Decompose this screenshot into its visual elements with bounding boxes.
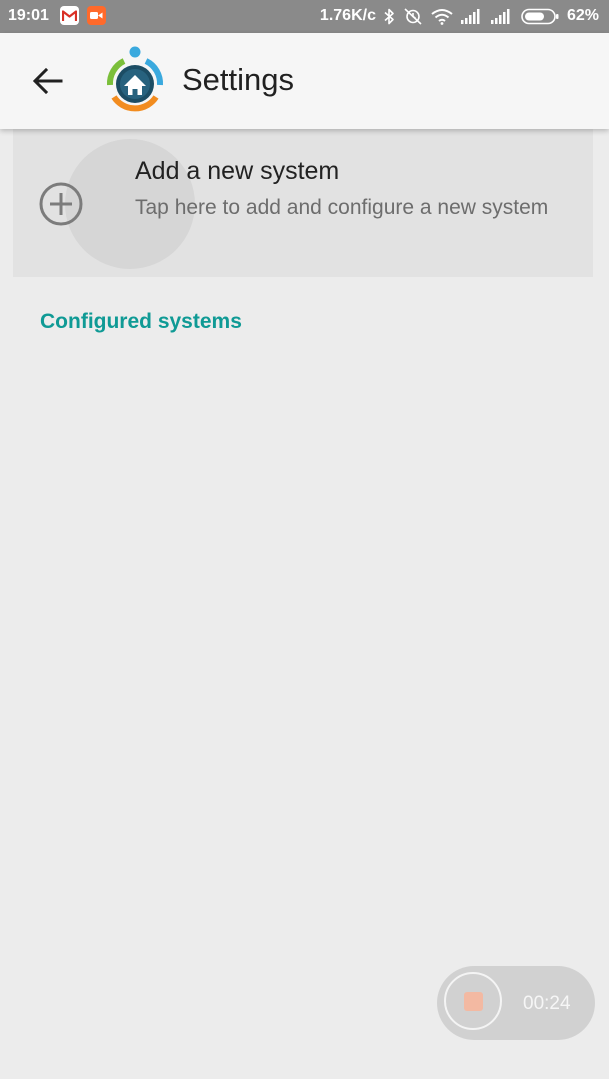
configured-systems-header: Configured systems bbox=[40, 310, 242, 333]
signal-icon bbox=[490, 8, 513, 24]
recording-timer: 00:24 bbox=[523, 993, 571, 1014]
screen: 19:01 1.76K/c 62% Settings Add a new sys… bbox=[0, 0, 609, 1079]
add-system-title: Add a new system bbox=[135, 157, 340, 185]
screen-recorder-widget[interactable]: 00:24 bbox=[437, 966, 595, 1040]
gmail-icon bbox=[60, 6, 79, 25]
battery-icon bbox=[521, 8, 559, 25]
status-icons: 1.76K/c 62% bbox=[320, 7, 599, 25]
home-automation-logo bbox=[106, 46, 164, 112]
network-speed: 1.76K/c bbox=[319, 7, 376, 24]
stop-recording-button[interactable] bbox=[444, 972, 502, 1030]
add-system-subtitle: Tap here to add and configure a new syst… bbox=[135, 196, 549, 219]
bluetooth-icon bbox=[384, 8, 395, 25]
page-title: Settings bbox=[182, 62, 295, 97]
battery-percentage: 62% bbox=[566, 7, 599, 24]
add-system-item[interactable]: Add a new system Tap here to add and con… bbox=[13, 129, 593, 277]
wifi-icon bbox=[431, 8, 453, 25]
stop-icon bbox=[463, 991, 483, 1011]
status-time: 19:01 bbox=[8, 7, 49, 24]
status-bar: 19:01 1.76K/c 62% bbox=[0, 0, 609, 33]
signal-icon bbox=[460, 8, 483, 24]
alarm-off-icon bbox=[403, 7, 423, 25]
back-button[interactable] bbox=[24, 57, 72, 105]
screen-recorder-icon bbox=[87, 6, 106, 25]
app-bar: Settings bbox=[0, 33, 609, 129]
arrow-back-icon bbox=[33, 68, 63, 94]
add-circle-icon bbox=[39, 182, 83, 226]
